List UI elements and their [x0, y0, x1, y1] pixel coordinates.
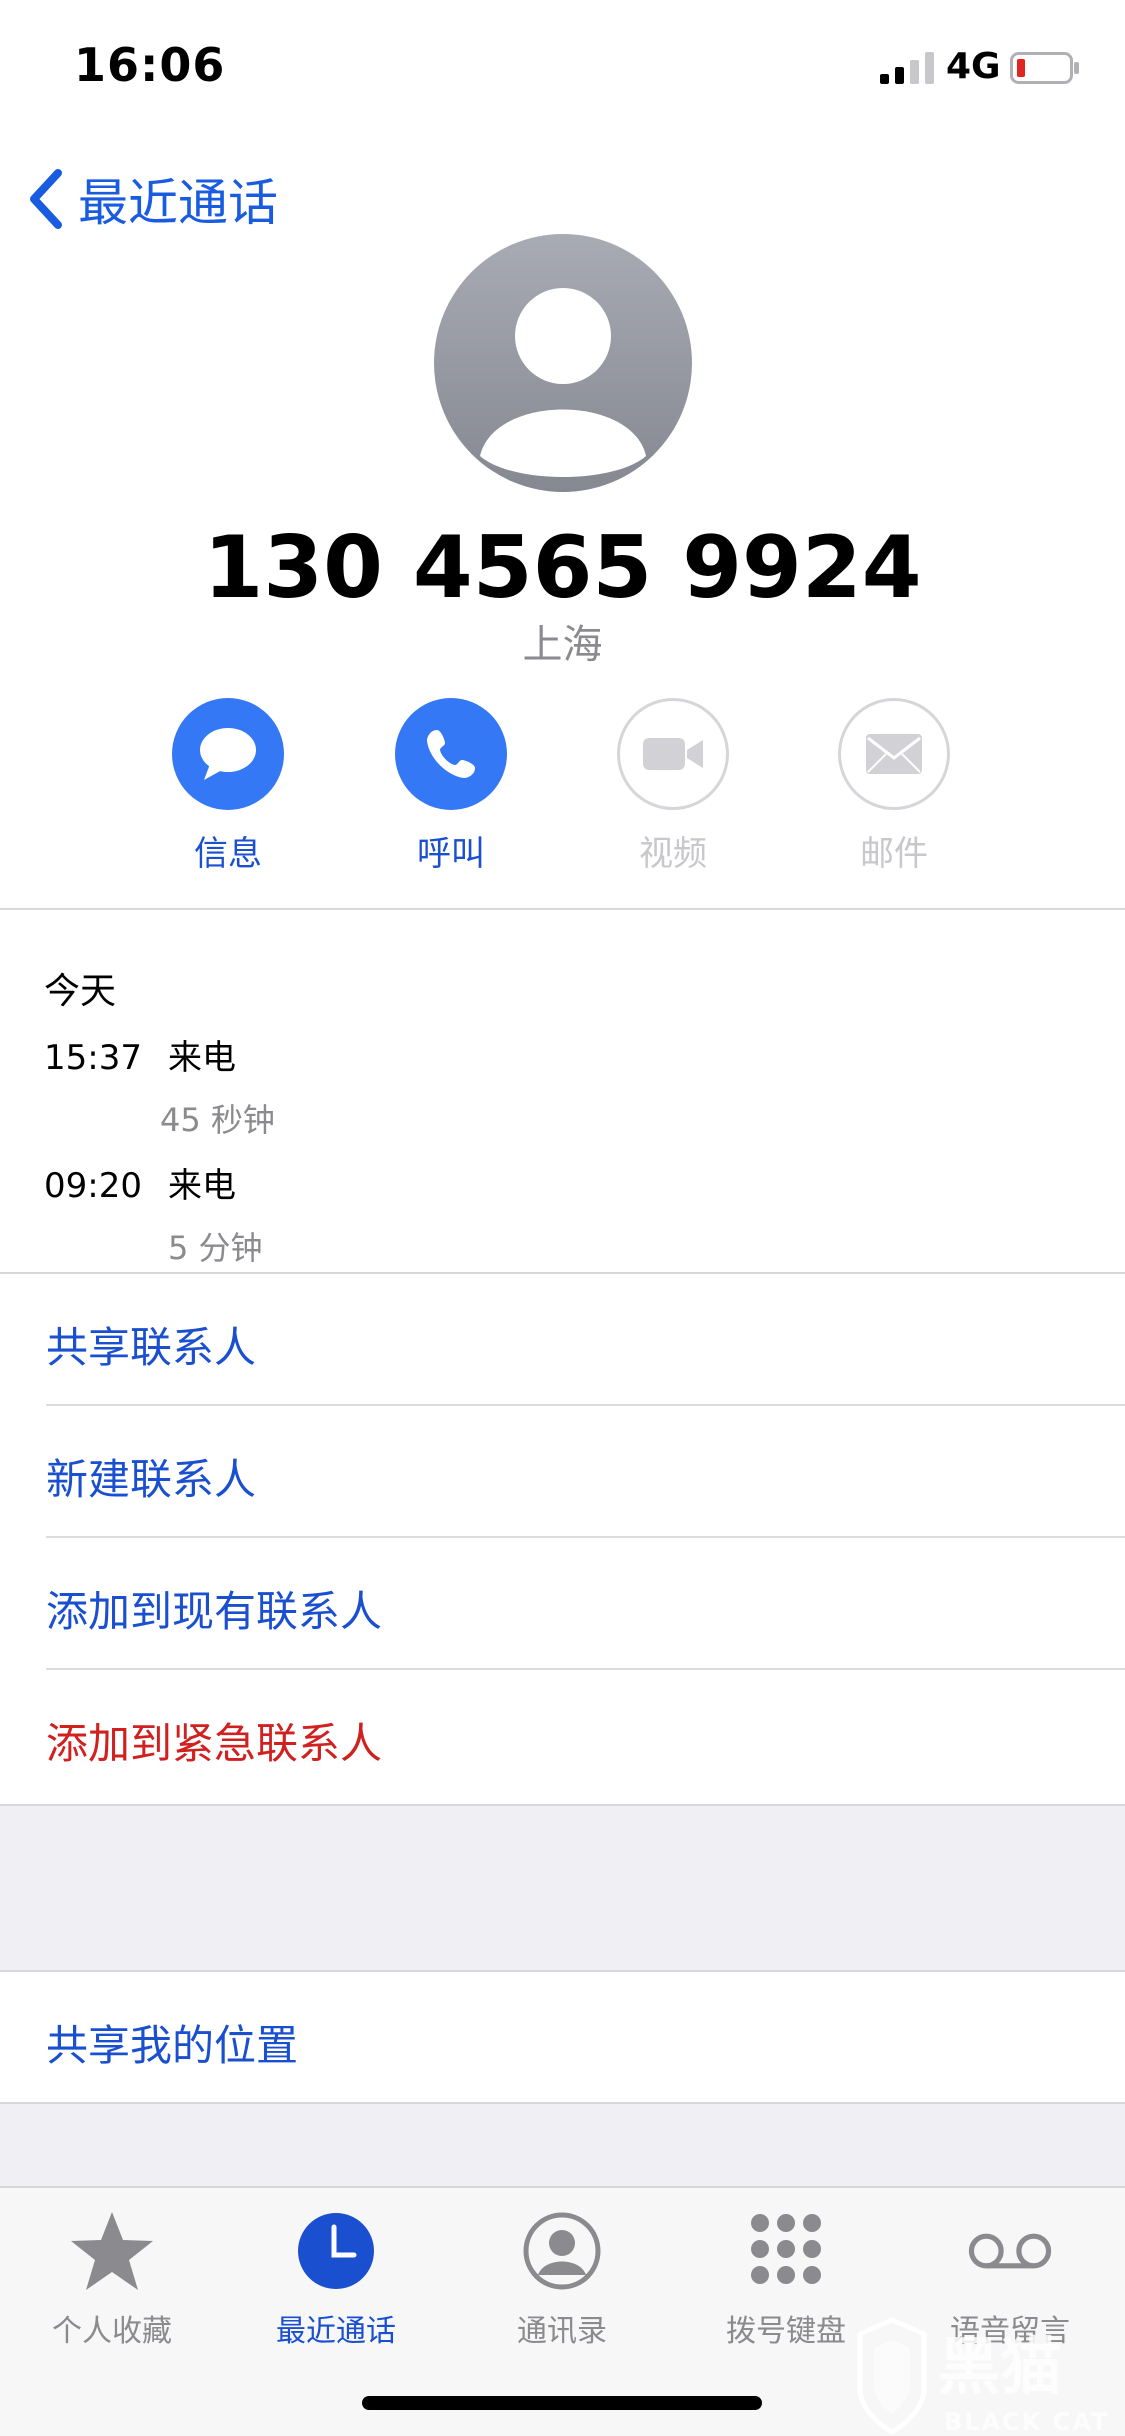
phone-region: 上海	[522, 622, 603, 668]
svg-text:黑猫: 黑猫	[938, 2330, 1062, 2403]
signal-icon	[880, 52, 934, 84]
call-duration: 45 秒钟	[160, 1101, 275, 1139]
person-silhouette-icon	[480, 288, 646, 477]
call-button[interactable]: 呼叫	[371, 698, 531, 875]
share-contact-label: 共享联系人	[46, 1323, 257, 1372]
action-row: 信息 呼叫 视频 邮件	[0, 698, 1125, 878]
avatar	[434, 234, 692, 492]
status-bar: 16:06 4G	[0, 0, 1125, 140]
tab-favorites[interactable]: 个人收藏	[12, 2208, 212, 2350]
add-to-existing-contact-button[interactable]: 添加到现有联系人	[0, 1538, 1125, 1670]
black-cat-watermark-logo: 黑猫 BLACK CAT	[857, 2318, 1109, 2436]
call-time: 15:37	[44, 1038, 142, 1078]
tab-contacts-label: 通讯录	[517, 2314, 607, 2349]
message-button[interactable]: 信息	[148, 698, 308, 875]
contacts-icon	[523, 2212, 601, 2290]
svg-text:BLACK CAT: BLACK CAT	[944, 2408, 1109, 2436]
network-label: 4G	[946, 46, 1001, 87]
new-contact-button[interactable]: 新建联系人	[0, 1406, 1125, 1538]
tab-favorites-label: 个人收藏	[52, 2314, 172, 2349]
call-history: 今天 15:37 来电 45 秒钟 09:20 来电 5 分钟	[0, 912, 1125, 1274]
battery-icon	[1010, 52, 1079, 84]
call-type: 来电	[167, 1038, 236, 1078]
share-contact-button[interactable]: 共享联系人	[0, 1274, 1125, 1406]
history-day: 今天	[44, 971, 117, 1012]
tab-recents[interactable]: 最近通话	[236, 2208, 436, 2350]
tab-contacts[interactable]: 通讯录	[462, 2208, 662, 2350]
add-to-existing-label: 添加到现有联系人	[46, 1587, 383, 1636]
video-label: 视频	[639, 834, 707, 874]
message-icon	[200, 728, 256, 780]
phone-icon	[427, 730, 475, 778]
clock-icon	[298, 2213, 374, 2289]
chevron-left-icon	[30, 169, 62, 229]
call-record: 09:20 来电 5 分钟	[44, 1158, 263, 1269]
phone-number: 130 4565 9924	[203, 518, 922, 618]
call-type: 来电	[167, 1166, 236, 1206]
call-record: 15:37 来电 45 秒钟	[44, 1030, 275, 1141]
section-spacer	[0, 2104, 1125, 2186]
new-contact-label: 新建联系人	[46, 1455, 257, 1504]
status-time: 16:06	[74, 38, 226, 92]
voicemail-icon	[968, 2233, 1052, 2269]
back-button[interactable]: 最近通话	[26, 164, 278, 234]
back-label: 最近通话	[78, 174, 278, 232]
mail-label: 邮件	[860, 834, 928, 874]
video-button[interactable]: 视频	[593, 698, 753, 875]
add-to-emergency-contact-button[interactable]: 添加到紧急联系人	[0, 1670, 1125, 1802]
call-time: 09:20	[44, 1166, 142, 1206]
share-location-button[interactable]: 共享我的位置	[0, 1972, 1125, 2102]
call-duration: 5 分钟	[168, 1229, 263, 1267]
keypad-icon	[751, 2214, 821, 2284]
section-spacer	[0, 1806, 1125, 1970]
tab-recents-label: 最近通话	[276, 2314, 396, 2349]
message-label: 信息	[194, 834, 262, 874]
share-location-label: 共享我的位置	[46, 2021, 299, 2070]
star-icon	[71, 2212, 153, 2290]
divider	[0, 908, 1125, 910]
add-to-emergency-label: 添加到紧急联系人	[46, 1719, 383, 1768]
call-label: 呼叫	[417, 834, 485, 874]
mail-icon	[866, 734, 922, 774]
video-icon	[643, 738, 703, 770]
home-indicator[interactable]	[362, 2396, 762, 2410]
mail-button[interactable]: 邮件	[814, 698, 974, 875]
